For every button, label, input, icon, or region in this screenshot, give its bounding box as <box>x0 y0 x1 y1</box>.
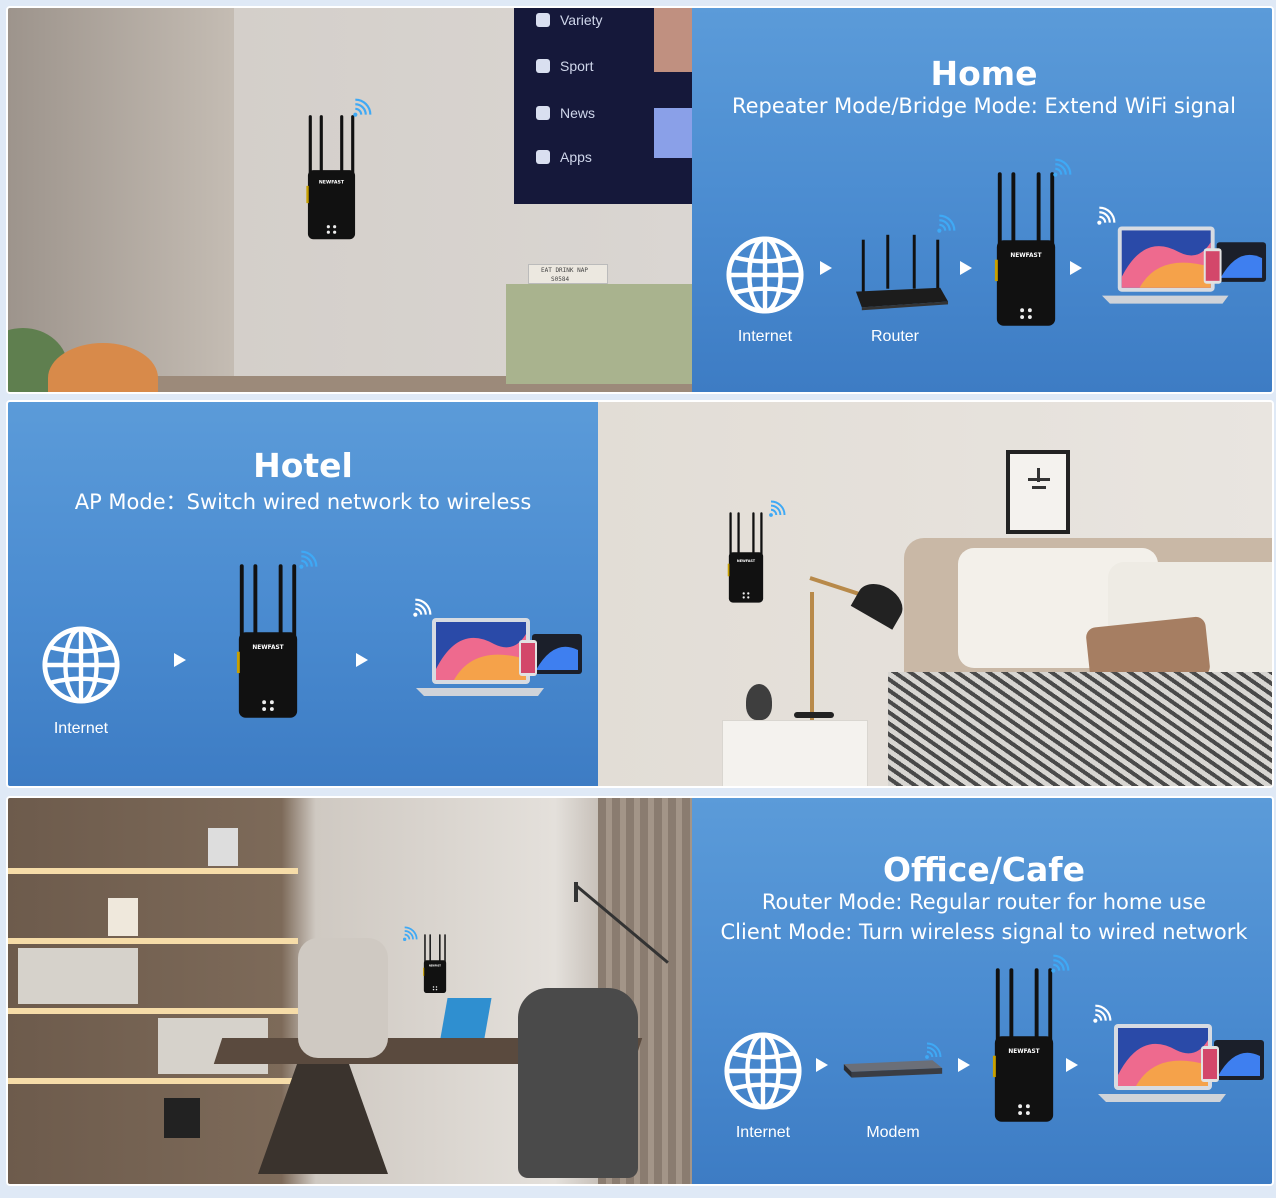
tv-menu-label: Variety <box>560 12 603 28</box>
tv-menu-label: Sport <box>560 58 594 74</box>
mode-description: Router Mode: Regular router for home use <box>761 890 1207 914</box>
book-stack: EAT DRINK NAP S0584 <box>528 264 608 284</box>
office-section: Office/Cafe Router Mode: Regular router … <box>6 796 1274 1186</box>
laptop-phone-icon <box>414 614 584 704</box>
office-photo <box>8 798 692 1184</box>
wifi-signal-icon <box>412 598 432 618</box>
blanket <box>888 672 1272 786</box>
wifi-signal-icon <box>1096 206 1116 226</box>
wifi-extender-icon <box>990 968 1058 1124</box>
wifi-signal-icon <box>402 926 418 942</box>
nightstand <box>722 720 868 786</box>
tv-menu-item: Variety <box>536 12 603 28</box>
arrow-icon <box>816 1058 828 1072</box>
wifi-signal-icon <box>298 550 318 570</box>
news-icon <box>536 106 550 120</box>
wifi-signal-icon <box>936 214 956 234</box>
flow-node-label: Router <box>870 328 920 345</box>
hotel-section: Hotel AP Mode：Switch wired network to wi… <box>6 400 1274 788</box>
living-room-photo: Variety Sport News Apps EAT DRINK NAP S0… <box>8 8 692 392</box>
arrow-icon <box>174 653 186 667</box>
globe-icon <box>724 234 806 316</box>
arrow-icon <box>958 1058 970 1072</box>
sport-icon <box>536 59 550 73</box>
flow-node-label: Internet <box>737 328 793 345</box>
tv-menu-item: Sport <box>536 58 593 74</box>
office-chair <box>298 938 388 1058</box>
arrow-icon <box>1070 261 1082 275</box>
flow-node-label: Internet <box>735 1124 791 1141</box>
mode-description: Repeater Mode/Bridge Mode: Extend WiFi s… <box>731 94 1237 118</box>
hotel-info-panel: Hotel AP Mode：Switch wired network to wi… <box>8 402 598 786</box>
flow-node-label: Internet <box>53 720 109 737</box>
globe-icon <box>40 624 122 706</box>
wifi-signal-icon <box>1050 954 1070 974</box>
arrow-icon <box>356 653 368 667</box>
wall-frame <box>1006 450 1070 534</box>
tv-menu-item: News <box>536 105 595 121</box>
mode-title: Home <box>930 54 1038 93</box>
mode-title: Office/Cafe <box>882 850 1086 889</box>
office-chair <box>518 988 638 1178</box>
bookshelf <box>8 798 298 1184</box>
flow-node-label: Modem <box>866 1124 920 1141</box>
wifi-extender-icon <box>992 172 1060 328</box>
mode-description: Client Mode: Turn wireless signal to wir… <box>720 920 1248 944</box>
arrow-icon <box>1066 1058 1078 1072</box>
home-section: Variety Sport News Apps EAT DRINK NAP S0… <box>6 6 1274 394</box>
bedroom-photo <box>598 402 1272 786</box>
mode-title: Hotel <box>253 446 353 485</box>
wifi-signal-icon <box>1052 158 1072 178</box>
tv-screen: Variety Sport News Apps <box>514 8 692 204</box>
tv-menu-label: Apps <box>560 149 592 165</box>
wifi-extender-icon <box>234 564 302 720</box>
arrow-icon <box>820 261 832 275</box>
wifi-extender-icon <box>304 114 359 242</box>
wifi-signal-icon <box>1092 1004 1112 1024</box>
tv-menu-label: News <box>560 105 596 121</box>
microphone-icon <box>536 13 550 27</box>
router-icon <box>852 234 950 314</box>
wifi-signal-icon <box>924 1042 942 1060</box>
arrow-icon <box>960 261 972 275</box>
apps-icon <box>536 150 550 164</box>
vase <box>746 684 772 720</box>
wifi-extender-icon <box>422 934 448 994</box>
laptop <box>440 998 492 1038</box>
office-info-panel: Office/Cafe Router Mode: Regular router … <box>692 798 1272 1184</box>
tv-menu-item: Apps <box>536 149 592 165</box>
wifi-signal-icon <box>768 500 786 518</box>
globe-icon <box>722 1030 804 1112</box>
wifi-extender-icon <box>726 512 766 604</box>
wifi-signal-icon <box>352 98 372 118</box>
laptop-phone-icon <box>1096 1020 1266 1110</box>
mode-description: AP Mode：Switch wired network to wireless <box>74 490 532 514</box>
home-info-panel: Home Repeater Mode/Bridge Mode: Extend W… <box>692 8 1272 392</box>
book-spine-text: EAT DRINK NAP <box>541 267 588 274</box>
book-spine-text: S0584 <box>551 276 570 283</box>
laptop-phone-icon <box>1100 222 1268 312</box>
tv-cabinet <box>506 284 692 384</box>
